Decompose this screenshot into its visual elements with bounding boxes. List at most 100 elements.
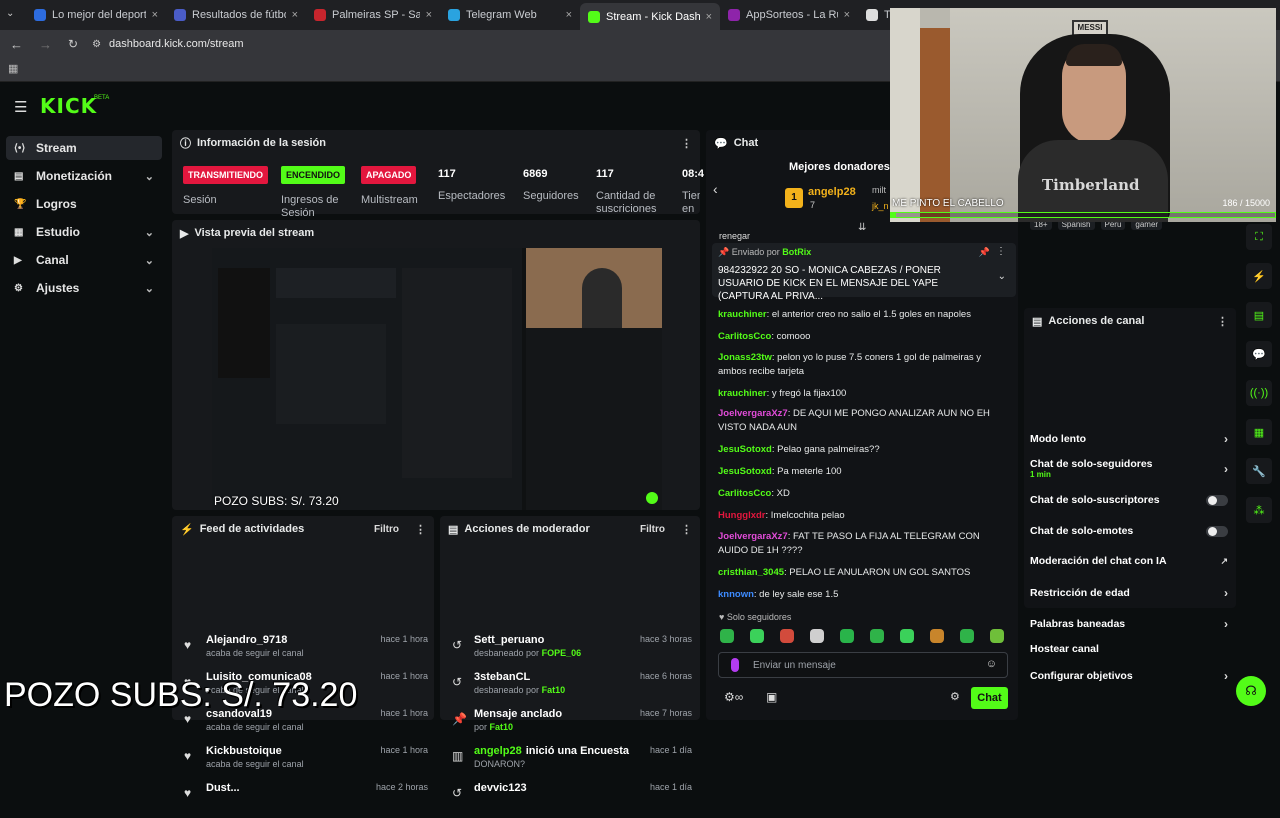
help-chat-icon[interactable]: ☊ [1236,676,1266,706]
external-link-icon[interactable]: ↗ [1220,556,1228,567]
back-icon[interactable]: ← [10,37,23,52]
channel-action-item[interactable]: Palabras baneadas › [1030,617,1228,631]
chat-username[interactable]: Hungglxdr [718,510,766,521]
feed-user[interactable]: Kickbustoique [206,745,282,757]
sidebar-item-canal[interactable]: ▶ Canal ⌄ [6,248,162,272]
mod-by[interactable]: FOPE_06 [542,648,582,658]
mod-name[interactable]: 3stebanCL [474,671,530,683]
browser-tab[interactable]: Palmeiras SP - Santos SP | × [306,4,440,26]
layout-icon[interactable]: ▦ [1246,419,1272,445]
tab-close-icon[interactable]: × [844,9,850,21]
channel-action-item[interactable]: Chat de solo-seguidores 1 min › [1030,458,1228,479]
mod-name[interactable]: devvic123 [474,782,527,794]
chevron-down-icon[interactable]: ⌄ [145,226,154,239]
apps-grid-icon[interactable]: ▦ [8,62,18,75]
tab-search-icon[interactable]: ⌄ [6,8,14,19]
kick-logo[interactable]: KICK [40,94,97,118]
donors-back-icon[interactable]: ‹ [713,181,718,197]
chevron-down-icon[interactable]: ⌄ [145,282,154,295]
mod-item[interactable]: ↺ Sett_peruano desbaneado por FOPE_06 hace … [448,634,692,670]
chevron-right-icon[interactable]: › [1224,669,1228,683]
chat-username[interactable]: JoelvergaraXz7 [718,531,788,542]
fullscreen-icon[interactable]: ⛶ [1246,224,1272,250]
mod-item[interactable]: ▥ angelp28 inició una Encuesta DONARON? hace… [448,745,692,781]
chevron-down-icon[interactable]: ⌄ [145,170,154,183]
mod-item[interactable]: 📌 Mensaje anclado por Fat10 hace 7 horas [448,708,692,744]
site-info-icon[interactable]: ⚙ [92,39,101,50]
bolt-icon[interactable]: ⚡ [1246,263,1272,289]
reload-icon[interactable]: ↻ [68,37,78,51]
tab-close-icon[interactable]: × [566,9,572,21]
tab-close-icon[interactable]: × [426,9,432,21]
feed-filter-button[interactable]: Filtro [374,524,399,535]
tab-close-icon[interactable]: × [152,9,158,21]
sidebar-item-logros[interactable]: 🏆 Logros [6,192,162,216]
channel-action-item[interactable]: Modo lento › [1030,432,1228,446]
feed-item[interactable]: ♥ Kickbustoique acaba de seguir el canal ha… [180,745,428,781]
sidebar-item-monetización[interactable]: ▤ Monetización ⌄ [6,164,162,188]
emote-icon[interactable] [720,629,734,643]
browser-tab[interactable]: Resultados de fútbol en c × [166,4,306,26]
mod-filter-button[interactable]: Filtro [640,524,665,535]
browser-tab[interactable]: AppSorteos - La Ruleta d × [720,4,858,26]
mod-by[interactable]: Fat10 [542,685,566,695]
feed-menu-icon[interactable]: ⋮ [415,523,426,536]
stream-preview-video[interactable]: POZO SUBS: S/. 73.20 [212,248,662,510]
tab-close-icon[interactable]: × [292,9,298,21]
chat-bubble-icon[interactable]: 💬 [1246,341,1272,367]
pinned-message[interactable]: 📌 Enviado por BotRix 📌 ⋮ 984232922 20 SO… [712,243,1016,302]
mic-icon[interactable] [731,658,739,672]
channel-action-item[interactable]: Hostear canal [1030,643,1228,655]
emote-icon[interactable] [900,629,914,643]
mod-name[interactable]: Mensaje anclado [474,708,562,720]
toggle-switch[interactable] [1206,494,1228,506]
sidebar-item-stream[interactable]: ⟨•⟩ Stream [6,136,162,160]
channel-action-item[interactable]: Moderación del chat con IA ↗ [1030,555,1228,567]
chevron-right-icon[interactable]: › [1224,462,1228,476]
notes-icon[interactable]: ▤ [1246,302,1272,328]
chevron-down-icon[interactable]: ⌄ [145,254,154,267]
chat-username[interactable]: JesuSotoxd [718,444,772,455]
mod-name[interactable]: angelp28 [474,745,522,757]
feed-user[interactable]: Dust... [206,782,240,794]
emote-icon[interactable] [990,629,1004,643]
browser-tab[interactable]: Stream - Kick Dashboard × [580,3,720,30]
mod-item[interactable]: ↺ 3stebanCL desbaneado por Fat10 hace 6 hor… [448,671,692,707]
chat-username[interactable]: krauchiner [718,388,767,399]
chat-username[interactable]: knnown [718,589,754,600]
pin-icon[interactable]: 📌 [979,247,990,258]
chat-username[interactable]: JoelvergaraXz7 [718,408,788,419]
mod-item[interactable]: ↺ devvic123 hace 1 día [448,782,692,818]
pinned-expand-icon[interactable]: ⌄ [998,271,1006,282]
chat-send-button[interactable]: Chat [971,687,1008,709]
channel-actions-menu-icon[interactable]: ⋮ [1217,315,1228,328]
emote-icon[interactable] [840,629,854,643]
feed-item[interactable]: ♥ Dust... hace 2 horas [180,782,428,818]
emote-icon[interactable] [960,629,974,643]
toggle-switch[interactable] [1206,525,1228,537]
browser-tab[interactable]: Telegram Web × [440,4,580,26]
channel-action-item[interactable]: Configurar objetivos › [1030,669,1228,683]
session-menu-icon[interactable]: ⋮ [681,137,692,150]
emote-icon[interactable] [780,629,794,643]
menu-icon[interactable]: ☰ [14,98,27,116]
tools-icon[interactable]: ⚙∞ [724,690,743,704]
tab-close-icon[interactable]: × [706,11,712,23]
mod-name[interactable]: Sett_peruano [474,634,544,646]
url-text[interactable]: dashboard.kick.com/stream [109,38,244,50]
chat-settings-icon[interactable]: ⚙ [950,690,960,703]
apps-icon[interactable]: ⁂ [1246,497,1272,523]
chevron-right-icon[interactable]: › [1224,586,1228,600]
chat-username[interactable]: Jonass23tw [718,352,772,363]
chat-username[interactable]: krauchiner [718,309,767,320]
chat-input[interactable]: Enviar un mensaje ☺ [718,652,1008,678]
feed-item[interactable]: ♥ Alejandro_9718 acaba de seguir el canal h… [180,634,428,670]
chat-username[interactable]: cristhian_3045 [718,567,784,578]
emote-icon[interactable] [870,629,884,643]
sidebar-item-estudio[interactable]: ▦ Estudio ⌄ [6,220,162,244]
sidebar-item-ajustes[interactable]: ⚙ Ajustes ⌄ [6,276,162,300]
emoji-icon[interactable]: ☺ [986,658,997,670]
pinned-menu-icon[interactable]: ⋮ [996,246,1006,257]
chat-username[interactable]: JesuSotoxd [718,466,772,477]
forward-icon[interactable]: → [39,37,52,52]
